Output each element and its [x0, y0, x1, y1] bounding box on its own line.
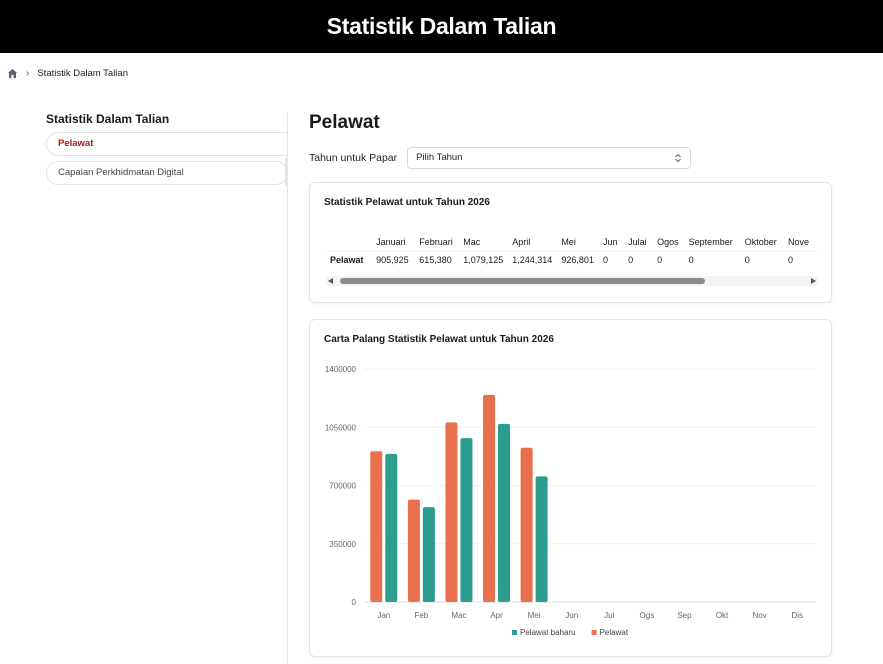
sidebar: Statistik Dalam Talian Pelawat Capaian P…	[46, 112, 288, 190]
col-mac: Mac	[463, 236, 481, 247]
year-label: Tahun untuk Papar	[309, 152, 398, 164]
year-filter: Tahun untuk Papar Pilih Tahun	[309, 147, 832, 169]
year-select[interactable]: Pilih Tahun	[407, 147, 692, 169]
x-tick-label: Jul	[604, 611, 614, 620]
scroll-left-icon[interactable]	[328, 278, 333, 284]
x-tick-label: Nov	[753, 611, 767, 620]
col-februari: Februari	[419, 236, 453, 247]
bar-pelawat	[520, 447, 533, 602]
top-banner: Statistik Dalam Talian	[0, 0, 883, 53]
chart-card-title: Carta Palang Statistik Pelawat untuk Tah…	[324, 334, 554, 345]
x-tick-label: Jun	[565, 611, 578, 620]
x-tick-label: Jan	[377, 611, 390, 620]
visitor-table-card: Statistik Pelawat untuk Tahun 2026 Janua…	[309, 182, 832, 303]
bar-chart: 0 350000 700000 1050000 1400000 Jan Feb Mac Apr M…	[325, 365, 816, 637]
col-november: Nove	[787, 236, 809, 247]
cell-april: 1,244,314	[512, 250, 562, 269]
table-horizontal-scrollbar[interactable]	[326, 276, 818, 286]
col-julai: Julai	[628, 236, 647, 247]
col-april: April	[512, 236, 531, 247]
col-oktober: Oktober	[744, 236, 777, 247]
sidebar-item-capaian[interactable]: Capaian Perkhidmatan Digital	[46, 161, 288, 185]
table-row: Pelawat 905,925 615,380 1,079,125 1,244,…	[326, 250, 818, 269]
cell-mei: 926,801	[561, 250, 604, 269]
main-content: Pelawat Tahun untuk Papar Pilih Tahun St…	[309, 112, 832, 657]
y-tick-label: 1400000	[325, 365, 357, 374]
home-icon[interactable]	[7, 68, 18, 79]
bar-pelawat-baharu	[460, 438, 473, 602]
x-tick-label: Apr	[490, 611, 503, 620]
cell-oktober: 0	[744, 250, 788, 269]
scrollbar-thumb[interactable]	[340, 278, 705, 284]
x-tick-label: Okt	[716, 611, 729, 620]
bar-pelawat	[445, 422, 458, 602]
x-tick-label: Dis	[791, 611, 803, 620]
cell-julai: 0	[628, 250, 658, 269]
bar-pelawat-baharu	[498, 423, 511, 602]
chevron-up-down-icon	[675, 153, 682, 163]
col-jun: Jun	[603, 236, 618, 247]
bar-pelawat-baharu	[535, 476, 548, 602]
year-select-value: Pilih Tahun	[416, 152, 463, 163]
scroll-right-icon[interactable]	[811, 278, 816, 284]
sidebar-title: Statistik Dalam Talian	[46, 112, 170, 126]
cell-november: 0	[787, 250, 818, 269]
x-tick-label: Mei	[528, 611, 541, 620]
page-header-title: Statistik Dalam Talian	[326, 13, 557, 39]
x-tick-label: Mac	[451, 611, 466, 620]
col-ogos: Ogos	[657, 236, 679, 247]
x-tick-label: Feb	[414, 611, 428, 620]
cell-mac: 1,079,125	[463, 250, 513, 269]
y-tick-label: 1050000	[325, 423, 357, 432]
x-tick-label: Ogs	[640, 611, 655, 620]
y-tick-label: 0	[352, 598, 357, 607]
page-title: Pelawat	[309, 112, 380, 133]
table-header-row: Januari Februari Mac April Mei Jun Julai…	[326, 233, 818, 251]
bar-chart-card: Carta Palang Statistik Pelawat untuk Tah…	[309, 319, 832, 657]
breadcrumb: › Statistik Dalam Talian	[7, 68, 128, 79]
bar-pelawat	[483, 394, 496, 602]
cell-ogos: 0	[657, 250, 689, 269]
bar-pelawat	[370, 451, 383, 602]
sidebar-divider	[287, 112, 288, 664]
x-tick-label: Sep	[677, 611, 692, 620]
col-januari: Januari	[376, 236, 406, 247]
y-tick-label: 350000	[329, 540, 356, 549]
legend-swatch	[591, 630, 597, 635]
table-corner	[326, 233, 376, 251]
bar-pelawat	[407, 499, 420, 602]
breadcrumb-current[interactable]: Statistik Dalam Talian	[37, 68, 128, 79]
chevron-right-icon: ›	[26, 68, 30, 79]
legend-swatch	[512, 630, 517, 635]
active-indicator	[285, 158, 287, 186]
y-tick-label: 700000	[329, 482, 356, 491]
col-mei: Mei	[561, 236, 576, 247]
row-label: Pelawat	[326, 250, 377, 269]
cell-jun: 0	[603, 250, 629, 269]
cell-september: 0	[688, 250, 745, 269]
legend-label: Pelawat	[600, 628, 629, 637]
legend-label: Pelawat baharu	[520, 628, 576, 637]
bar-pelawat-baharu	[385, 453, 398, 602]
bar-pelawat-baharu	[422, 507, 435, 602]
sidebar-item-pelawat[interactable]: Pelawat	[46, 132, 288, 156]
cell-februari: 615,380	[419, 250, 464, 269]
table-card-title: Statistik Pelawat untuk Tahun 2026	[324, 197, 490, 208]
cell-januari: 905,925	[376, 250, 420, 269]
col-september: September	[688, 236, 733, 247]
